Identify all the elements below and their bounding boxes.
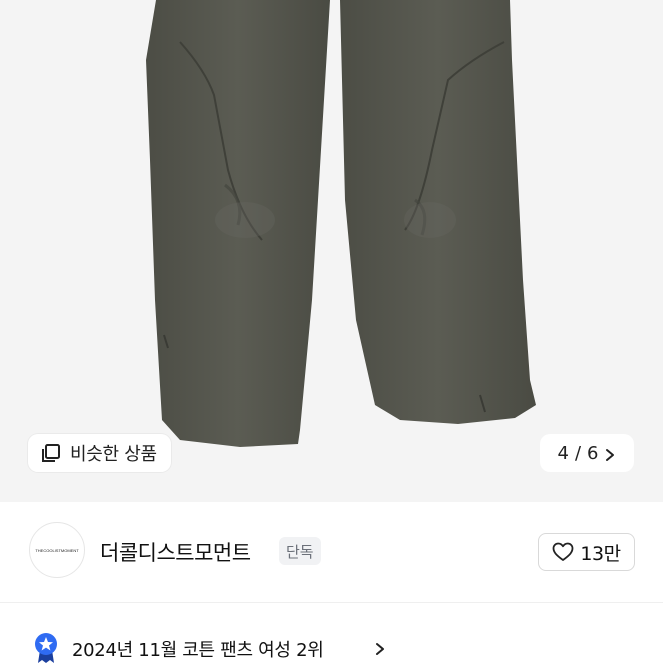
chevron-right-icon xyxy=(375,641,385,655)
like-button[interactable]: 13만 xyxy=(538,533,635,571)
pager-total: 6 xyxy=(587,442,599,464)
product-image[interactable]: 비슷한 상품 4 / 6 xyxy=(0,0,663,502)
stacked-squares-icon xyxy=(40,442,62,464)
similar-products-label: 비슷한 상품 xyxy=(70,444,157,465)
star-ribbon-badge-icon xyxy=(34,632,58,663)
ranking-text: 2024년 11월 코튼 팬츠 여성 2위 xyxy=(72,640,324,661)
heart-outline-icon xyxy=(552,542,574,562)
image-pager[interactable]: 4 / 6 xyxy=(540,434,634,472)
similar-products-button[interactable]: 비슷한 상품 xyxy=(28,434,171,472)
chevron-right-icon xyxy=(604,446,616,461)
store-logo-text: THECOOLISTMOMENT xyxy=(35,548,79,553)
pager-separator: / xyxy=(574,442,582,464)
store-name[interactable]: 더콜디스트모먼트 xyxy=(100,537,251,567)
like-count: 13만 xyxy=(580,542,621,565)
exclusive-badge: 단독 xyxy=(279,537,321,565)
pants-photo xyxy=(146,0,536,447)
store-logo[interactable]: THECOOLISTMOMENT xyxy=(29,522,85,578)
pager-current: 4 xyxy=(557,442,569,464)
section-divider xyxy=(0,602,663,603)
